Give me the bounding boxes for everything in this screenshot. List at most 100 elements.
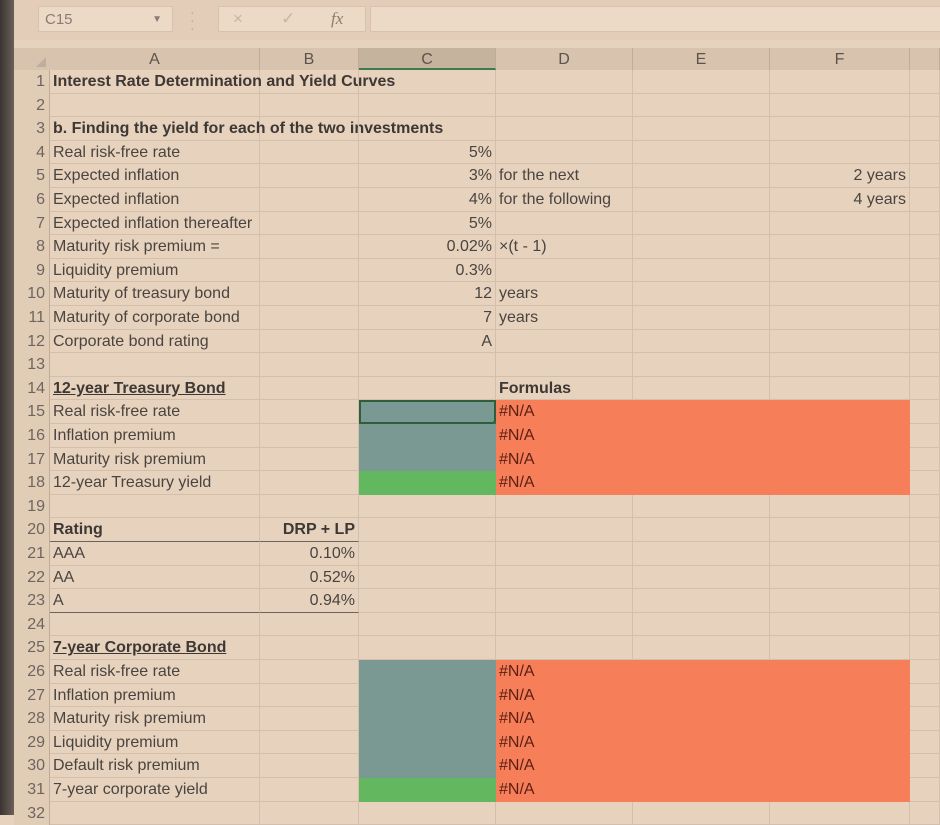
cell-f7[interactable]: [770, 211, 910, 236]
cell-f12[interactable]: [770, 329, 910, 354]
cell-a29[interactable]: Liquidity premium: [50, 730, 260, 755]
cell-e13[interactable]: [633, 353, 770, 377]
cell-e22[interactable]: [633, 565, 770, 590]
cell-g11[interactable]: [910, 306, 940, 330]
cancel-icon[interactable]: ×: [233, 9, 243, 29]
cell-g19[interactable]: [910, 494, 940, 519]
row-header[interactable]: 5: [14, 164, 50, 188]
cell-g15[interactable]: [910, 400, 940, 424]
cell-e10[interactable]: [633, 282, 770, 306]
cell-e20[interactable]: [633, 518, 770, 542]
cell-b30[interactable]: [260, 754, 359, 778]
cell-d4[interactable]: [496, 140, 633, 165]
cell-f6[interactable]: 4 years: [770, 188, 910, 212]
cell-a8[interactable]: Maturity risk premium =: [50, 235, 260, 259]
select-all-button[interactable]: [14, 48, 50, 70]
cell-g14[interactable]: [910, 376, 940, 401]
cell-b32[interactable]: [260, 801, 359, 825]
cell-g18[interactable]: [910, 471, 940, 495]
cell-d7[interactable]: [496, 211, 633, 236]
cell-b29[interactable]: [260, 730, 359, 755]
row-header[interactable]: 10: [14, 282, 50, 306]
cell-e9[interactable]: [633, 258, 770, 283]
cell-c16[interactable]: [359, 424, 496, 448]
cell-c24[interactable]: [359, 612, 496, 637]
cell-b28[interactable]: [260, 707, 359, 731]
cell-f11[interactable]: [770, 306, 910, 330]
cell-c32[interactable]: [359, 801, 496, 825]
cell-g28[interactable]: [910, 707, 940, 731]
column-header-g[interactable]: [910, 48, 940, 70]
cell-d32[interactable]: [496, 801, 633, 825]
cell-b8[interactable]: [260, 235, 359, 259]
cell-e11[interactable]: [633, 306, 770, 330]
cell-a23[interactable]: A: [50, 589, 260, 613]
row-header[interactable]: 28: [14, 707, 50, 731]
cell-c22[interactable]: [359, 565, 496, 590]
cell-c8[interactable]: 0.02%: [359, 235, 496, 259]
cell-c2[interactable]: [359, 93, 496, 118]
cell-g9[interactable]: [910, 258, 940, 283]
cell-c6[interactable]: 4%: [359, 188, 496, 212]
cell-f23[interactable]: [770, 589, 910, 613]
cell-b11[interactable]: [260, 306, 359, 330]
cell-f20[interactable]: [770, 518, 910, 542]
cell-c13[interactable]: [359, 353, 496, 377]
cell-c7[interactable]: 5%: [359, 211, 496, 236]
cell-d13[interactable]: [496, 353, 633, 377]
cell-a1[interactable]: Interest Rate Determination and Yield Cu…: [50, 70, 395, 94]
cell-c12[interactable]: A: [359, 329, 496, 354]
row-header[interactable]: 3: [14, 117, 50, 141]
cell-c1[interactable]: [359, 70, 496, 94]
column-header-d[interactable]: D: [496, 48, 633, 70]
cell-b15[interactable]: [260, 400, 359, 424]
row-header[interactable]: 27: [14, 683, 50, 708]
cell-b27[interactable]: [260, 683, 359, 708]
cell-f19[interactable]: [770, 494, 910, 519]
cell-c5[interactable]: 3%: [359, 164, 496, 188]
cell-a6[interactable]: Expected inflation: [50, 188, 260, 212]
cell-a17[interactable]: Maturity risk premium: [50, 447, 260, 472]
cell-e6[interactable]: [633, 188, 770, 212]
cell-a15[interactable]: Real risk-free rate: [50, 400, 260, 424]
cell-d24[interactable]: [496, 612, 633, 637]
cell-f13[interactable]: [770, 353, 910, 377]
row-header[interactable]: 9: [14, 258, 50, 283]
cell-g1[interactable]: [910, 70, 940, 94]
cell-a2[interactable]: [50, 93, 260, 118]
column-header-c[interactable]: C: [359, 48, 496, 70]
row-header[interactable]: 2: [14, 93, 50, 118]
cell-c26[interactable]: [359, 660, 496, 684]
cell-b31[interactable]: [260, 778, 359, 802]
cell-b16[interactable]: [260, 424, 359, 448]
cell-c9[interactable]: 0.3%: [359, 258, 496, 283]
cell-c19[interactable]: [359, 494, 496, 519]
cell-b23[interactable]: 0.94%: [260, 589, 359, 613]
column-header-b[interactable]: B: [260, 48, 359, 70]
cell-d14[interactable]: Formulas: [496, 376, 633, 401]
cell-d18[interactable]: #N/A: [496, 471, 910, 495]
cell-g29[interactable]: [910, 730, 940, 755]
cell-d15[interactable]: #N/A: [496, 400, 910, 424]
cell-a5[interactable]: Expected inflation: [50, 164, 260, 188]
cell-b7[interactable]: [260, 211, 359, 236]
cell-b25[interactable]: [260, 636, 359, 660]
cell-g3[interactable]: [910, 117, 940, 141]
cell-b22[interactable]: 0.52%: [260, 565, 359, 590]
cell-d31[interactable]: #N/A: [496, 778, 910, 802]
row-header[interactable]: 31: [14, 778, 50, 802]
cell-d9[interactable]: [496, 258, 633, 283]
cell-d12[interactable]: [496, 329, 633, 354]
cell-e21[interactable]: [633, 542, 770, 566]
cell-d11[interactable]: years: [496, 306, 633, 330]
cell-c29[interactable]: [359, 730, 496, 755]
cell-c20[interactable]: [359, 518, 496, 542]
cell-a28[interactable]: Maturity risk premium: [50, 707, 260, 731]
row-header[interactable]: 30: [14, 754, 50, 778]
row-header[interactable]: 24: [14, 612, 50, 637]
name-box[interactable]: C15 ▼: [38, 6, 173, 32]
cell-a9[interactable]: Liquidity premium: [50, 258, 260, 283]
cell-g16[interactable]: [910, 424, 940, 448]
cell-a10[interactable]: Maturity of treasury bond: [50, 282, 260, 306]
cell-e24[interactable]: [633, 612, 770, 637]
